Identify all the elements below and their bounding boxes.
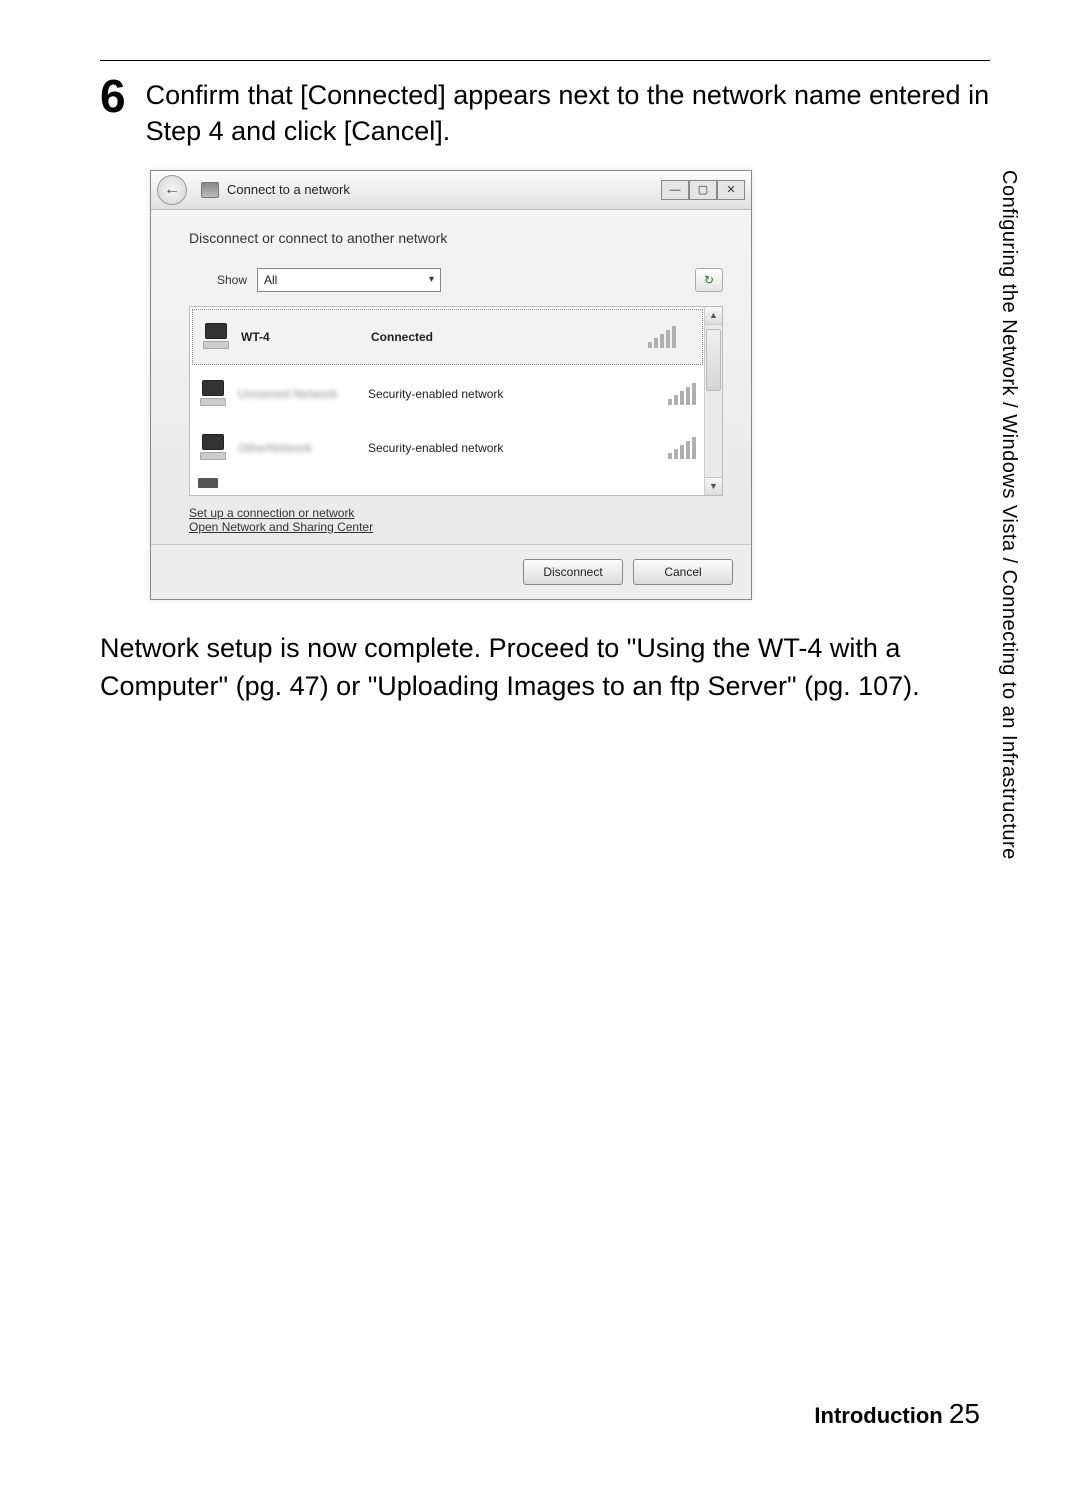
network-status: Security-enabled network: [368, 441, 658, 455]
dialog-titlebar: ← Connect to a network — ▢ ✕: [151, 171, 751, 210]
signal-icon: [648, 326, 676, 348]
computer-icon: [198, 434, 228, 462]
signal-icon: [668, 437, 696, 459]
dialog-body: Disconnect or connect to another network…: [151, 210, 751, 544]
page-number: 25: [949, 1398, 980, 1429]
network-name: OtherNetwork: [238, 441, 358, 455]
setup-connection-link[interactable]: Set up a connection or network: [189, 506, 723, 520]
scroll-up-button[interactable]: ▲: [705, 307, 722, 325]
dialog-title: Connect to a network: [227, 182, 350, 197]
computer-icon: [201, 323, 231, 351]
dialog-footer: Disconnect Cancel: [151, 544, 751, 599]
maximize-button[interactable]: ▢: [689, 180, 717, 200]
arrow-left-icon: ←: [164, 181, 180, 199]
network-item-partial: [190, 475, 722, 491]
network-status: Security-enabled network: [368, 387, 658, 401]
show-filter-row: Show All ↻: [189, 268, 723, 292]
open-sharing-center-link[interactable]: Open Network and Sharing Center: [189, 520, 723, 534]
completion-paragraph: Network setup is now complete. Proceed t…: [100, 630, 990, 706]
back-button[interactable]: ←: [157, 175, 187, 205]
show-label: Show: [189, 273, 247, 287]
window-controls: — ▢ ✕: [661, 180, 745, 200]
network-list[interactable]: WT-4 Connected Unnamed Network Security-…: [189, 306, 723, 496]
scroll-thumb[interactable]: [706, 329, 721, 391]
network-icon: [201, 182, 219, 198]
cancel-button[interactable]: Cancel: [633, 559, 733, 585]
step-instruction: Confirm that [Connected] appears next to…: [146, 77, 990, 150]
refresh-icon: ↻: [704, 273, 714, 287]
network-name: WT-4: [241, 330, 361, 344]
network-status: Connected: [371, 330, 638, 344]
show-select[interactable]: All: [257, 268, 441, 292]
close-button[interactable]: ✕: [717, 180, 745, 200]
signal-icon: [668, 383, 696, 405]
step-block: 6 Confirm that [Connected] appears next …: [100, 71, 990, 150]
connect-network-dialog: ← Connect to a network — ▢ ✕ Disconnect …: [150, 170, 752, 600]
step-number: 6: [100, 73, 126, 119]
refresh-button[interactable]: ↻: [695, 268, 723, 292]
computer-icon: [198, 380, 228, 408]
network-name: Unnamed Network: [238, 387, 358, 401]
network-item[interactable]: Unnamed Network Security-enabled network: [190, 367, 722, 421]
scroll-down-button[interactable]: ▼: [705, 477, 722, 495]
side-breadcrumb: Configuring the Network / Windows Vista …: [997, 170, 1020, 860]
minimize-button[interactable]: —: [661, 180, 689, 200]
dialog-heading: Disconnect or connect to another network: [189, 230, 723, 246]
disconnect-button[interactable]: Disconnect: [523, 559, 623, 585]
top-rule: [100, 60, 990, 61]
network-item[interactable]: OtherNetwork Security-enabled network: [190, 421, 722, 475]
scrollbar[interactable]: ▲ ▼: [704, 307, 722, 495]
network-item-selected[interactable]: WT-4 Connected: [192, 309, 703, 365]
footer-label: Introduction: [814, 1403, 942, 1428]
page-footer: Introduction 25: [814, 1398, 980, 1430]
show-select-value: All: [264, 273, 277, 287]
dialog-links: Set up a connection or network Open Netw…: [189, 506, 723, 534]
